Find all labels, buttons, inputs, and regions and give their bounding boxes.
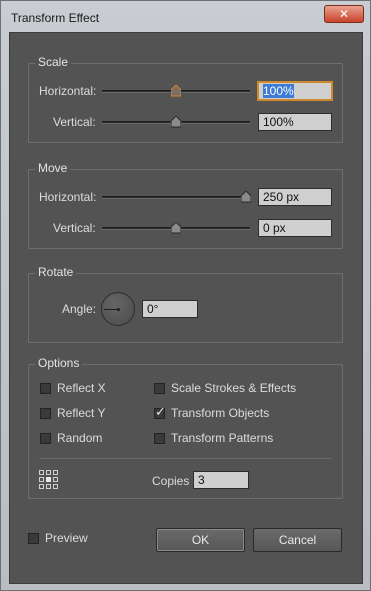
cancel-button-label: Cancel (278, 533, 317, 547)
reference-point-grid-icon (39, 470, 58, 489)
rotate-group-label: Rotate (35, 265, 77, 279)
slider-thumb-icon (241, 191, 251, 203)
slider-thumb-icon (171, 222, 181, 234)
move-horizontal-slider[interactable] (102, 191, 251, 204)
move-group: Move Horizontal: 250 px Vertical: 0 px (28, 161, 343, 249)
move-vertical-input[interactable]: 0 px (258, 219, 332, 237)
options-group-label: Options (35, 356, 83, 370)
angle-input[interactable]: 0° (142, 300, 198, 318)
reflect-y-label[interactable]: Reflect Y (57, 406, 105, 420)
scale-strokes-checkbox[interactable] (154, 383, 165, 394)
dial-center (117, 308, 120, 311)
move-vertical-label: Vertical: (53, 221, 96, 235)
move-vertical-value: 0 px (263, 221, 286, 235)
checkmark-icon: ✓ (155, 404, 166, 419)
move-vertical-slider[interactable] (102, 222, 250, 235)
scale-vertical-label: Vertical: (53, 115, 96, 129)
transform-patterns-checkbox[interactable] (154, 433, 165, 444)
scale-group-label: Scale (35, 55, 72, 69)
slider-thumb-icon (171, 85, 181, 97)
cancel-button[interactable]: Cancel (253, 528, 342, 552)
move-horizontal-label: Horizontal: (39, 190, 97, 204)
close-icon: ✕ (338, 7, 350, 21)
transform-objects-checkbox[interactable]: ✓ (154, 404, 166, 419)
angle-dial[interactable] (101, 292, 135, 326)
scale-horizontal-value: 100% (263, 84, 294, 98)
transform-objects-label[interactable]: Transform Objects (171, 406, 269, 420)
random-checkbox[interactable] (40, 433, 51, 444)
slider-thumb[interactable] (171, 116, 181, 128)
scale-horizontal-slider[interactable] (102, 85, 250, 98)
slider-thumb[interactable] (171, 222, 181, 234)
scale-horizontal-input[interactable]: 100% (258, 82, 332, 100)
options-group: Options Reflect X Reflect Y Random Scale… (28, 356, 343, 499)
transform-patterns-label[interactable]: Transform Patterns (171, 431, 273, 445)
scale-horizontal-label: Horizontal: (39, 84, 97, 98)
transform-effect-dialog: Transform Effect ✕ Scale Horizontal: 100… (0, 0, 371, 591)
random-label[interactable]: Random (57, 431, 102, 445)
slider-thumb-icon (171, 116, 181, 128)
angle-value: 0° (147, 302, 159, 316)
preview-label[interactable]: Preview (45, 531, 88, 545)
reflect-x-label[interactable]: Reflect X (57, 381, 106, 395)
scale-vertical-slider[interactable] (102, 116, 250, 129)
dialog-title: Transform Effect (11, 11, 100, 25)
scale-strokes-label[interactable]: Scale Strokes & Effects (171, 381, 296, 395)
slider-track (102, 196, 250, 199)
slider-thumb[interactable] (171, 85, 181, 97)
copies-label: Copies (152, 474, 190, 488)
copies-value: 3 (198, 473, 205, 487)
scale-group: Scale Horizontal: 100% Vertical: 100% (28, 55, 343, 143)
copies-input[interactable]: 3 (193, 471, 249, 489)
reference-point-icon[interactable] (38, 469, 58, 489)
reflect-x-checkbox[interactable] (40, 383, 51, 394)
options-divider (39, 458, 332, 459)
reflect-y-checkbox[interactable] (40, 408, 51, 419)
close-button[interactable]: ✕ (324, 5, 364, 23)
move-horizontal-value: 250 px (263, 190, 300, 204)
preview-checkbox[interactable] (28, 533, 39, 544)
scale-vertical-value: 100% (263, 115, 294, 129)
dialog-body: Scale Horizontal: 100% Vertical: 100% Mo… (9, 32, 363, 584)
ok-button[interactable]: OK (156, 528, 245, 552)
scale-vertical-input[interactable]: 100% (258, 113, 332, 131)
ok-button-label: OK (191, 533, 210, 547)
slider-thumb[interactable] (241, 191, 251, 203)
angle-label: Angle: (62, 302, 97, 316)
move-group-label: Move (35, 161, 71, 175)
move-horizontal-input[interactable]: 250 px (258, 188, 332, 206)
rotate-group: Rotate Angle: 0° (28, 265, 343, 343)
